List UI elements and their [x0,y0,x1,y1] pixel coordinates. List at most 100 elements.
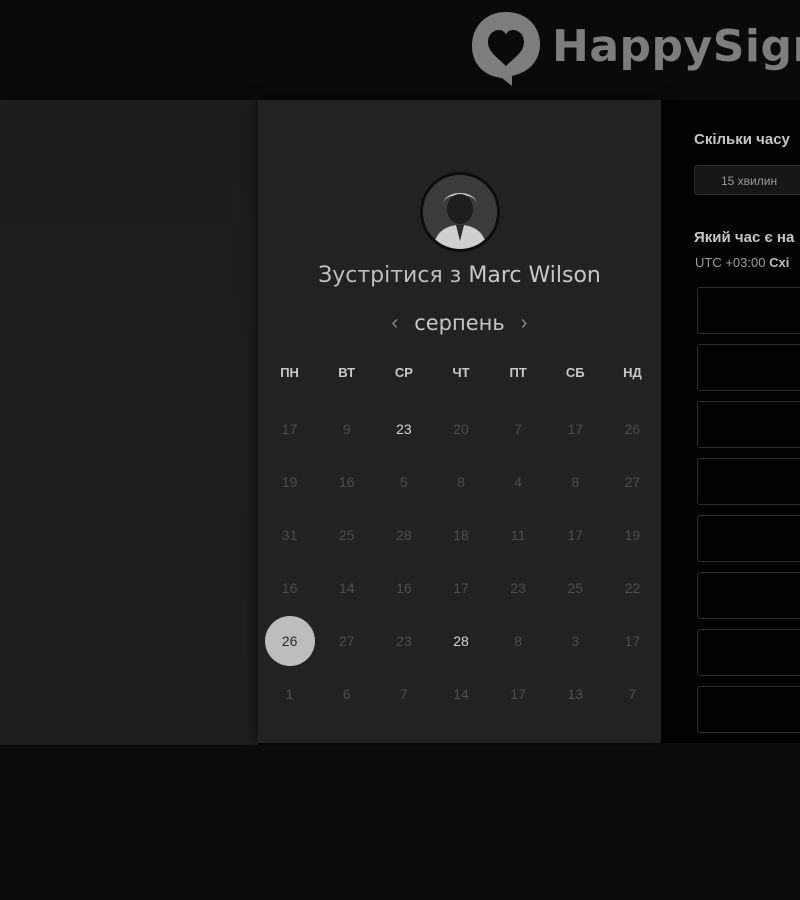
calendar-day-number: 5 [399,473,408,490]
time-slot-button[interactable] [697,515,800,562]
month-navigation: ‹ серпень › [258,308,661,338]
calendar-day-number: 8 [514,632,523,649]
calendar-day-number: 23 [396,420,412,437]
calendar-day: 7 [604,667,661,720]
calendar-day-number: 1 [285,685,294,702]
brand-logo[interactable]: HappySigna [468,8,800,86]
calendar-day-number: 26 [624,420,641,437]
weekday-label: СР [394,365,413,380]
calendar-day: 27 [318,614,375,667]
calendar-day-number: 17 [624,632,641,649]
weekday-header: ПН ВТ СР ЧТ ПТ СБ НД [261,365,661,380]
calendar-day-number: 17 [453,579,469,596]
calendar-day-number: 7 [399,685,408,702]
calendar-day: 20 [432,402,489,455]
meeting-title-prefix: Зустрітися з [318,263,462,288]
calendar-grid: 17 9 23 20 7 17 26 19 16 5 8 4 8 27 31 25 28 18 11 17 19 16 14… [261,402,661,720]
calendar-day: 22 [604,561,661,614]
calendar-day-number: 17 [567,420,584,437]
calendar-day-number: 27 [338,632,355,649]
calendar-day: 28 [375,508,432,561]
calendar-day: 17 [261,402,318,455]
calendar-day: 26 [604,402,661,455]
calendar-day: 31 [261,508,318,561]
calendar-day-available[interactable]: 28 [432,614,489,667]
time-slot-button[interactable] [697,572,800,619]
calendar-day-number: 19 [624,526,641,543]
avatar [420,172,500,252]
calendar-day: 8 [547,455,604,508]
calendar-day-number: 19 [281,473,298,490]
calendar-day-number: 23 [396,632,412,649]
timezone-label[interactable]: UTC +03:00 Схі [695,255,789,270]
calendar-day: 8 [490,614,547,667]
weekday-label: ПН [280,365,299,380]
heart-chat-bubble-icon [468,8,544,86]
time-slot-button[interactable] [697,344,800,391]
timezone-offset: UTC +03:00 [695,255,766,270]
calendar-day-number: 4 [514,473,523,490]
calendar-day-number: 20 [453,420,469,437]
calendar-day: 17 [547,402,604,455]
calendar-day-number: 27 [624,473,641,490]
calendar-day: 16 [318,455,375,508]
month-label: серпень [414,311,505,335]
calendar-day-number: 7 [514,420,523,437]
calendar-card: Зустрітися з Marc Wilson ‹ серпень › ПН … [258,100,661,743]
calendar-day-number: 25 [567,579,584,596]
calendar-day-number: 16 [281,579,298,596]
calendar-day-number: 22 [624,579,641,596]
calendar-week-row: 19 16 5 8 4 8 27 [261,455,661,508]
calendar-day-number: 16 [338,473,355,490]
calendar-day: 6 [318,667,375,720]
calendar-day-number: 28 [453,632,469,649]
time-slot-button[interactable] [697,458,800,505]
calendar-day-number: 17 [281,420,298,437]
header: HappySigna [0,0,800,100]
calendar-day: 17 [604,614,661,667]
weekday-label: СБ [565,365,585,380]
calendar-day: 16 [261,561,318,614]
calendar-day: 13 [547,667,604,720]
duration-question: Скільки часу [694,131,790,148]
calendar-day-available[interactable]: 23 [375,402,432,455]
calendar-day-number: 25 [338,526,355,543]
chevron-right-icon[interactable]: › [521,312,528,335]
time-slot-button[interactable] [697,287,800,334]
page-footer-area [0,745,800,900]
calendar-day: 3 [547,614,604,667]
time-slot-button[interactable] [697,686,800,733]
calendar-day: 14 [432,667,489,720]
calendar-day-number: 13 [567,685,584,702]
time-slot-list [697,287,800,743]
scheduler-panel: Скільки часу 15 хвилин Який час є на UTC… [661,100,800,743]
calendar-day-number: 3 [571,632,580,649]
calendar-day-number: 26 [281,632,298,649]
page: HappySigna Зустрітися з Marc Wilson ‹ се… [0,0,800,900]
calendar-day-number: 17 [510,685,526,702]
calendar-day-number: 11 [510,526,526,543]
duration-select[interactable]: 15 хвилин [694,165,800,195]
calendar-week-row: 26 27 23 28 8 3 17 [261,614,661,667]
time-slot-button[interactable] [697,401,800,448]
calendar-week-row: 16 14 16 17 23 25 22 [261,561,661,614]
time-slot-button[interactable] [697,629,800,676]
calendar-day-number: 23 [510,579,526,596]
calendar-day: 7 [375,667,432,720]
calendar-day: 25 [318,508,375,561]
calendar-day: 18 [432,508,489,561]
calendar-day: 9 [318,402,375,455]
calendar-day-number: 31 [281,526,298,543]
weekday-label: ПТ [509,365,527,380]
calendar-week-row: 31 25 28 18 11 17 19 [261,508,661,561]
weekday-label: ЧТ [452,365,470,380]
chevron-left-icon[interactable]: ‹ [392,312,399,335]
calendar-day-number: 14 [453,685,469,702]
calendar-day: 19 [261,455,318,508]
calendar-day-number: 14 [338,579,355,596]
calendar-day-selected[interactable]: 26 [261,614,318,667]
meeting-title: Зустрітися з Marc Wilson [258,263,661,288]
time-question: Який час є на [694,229,795,246]
calendar-day-number: 8 [571,473,580,490]
calendar-day: 5 [375,455,432,508]
